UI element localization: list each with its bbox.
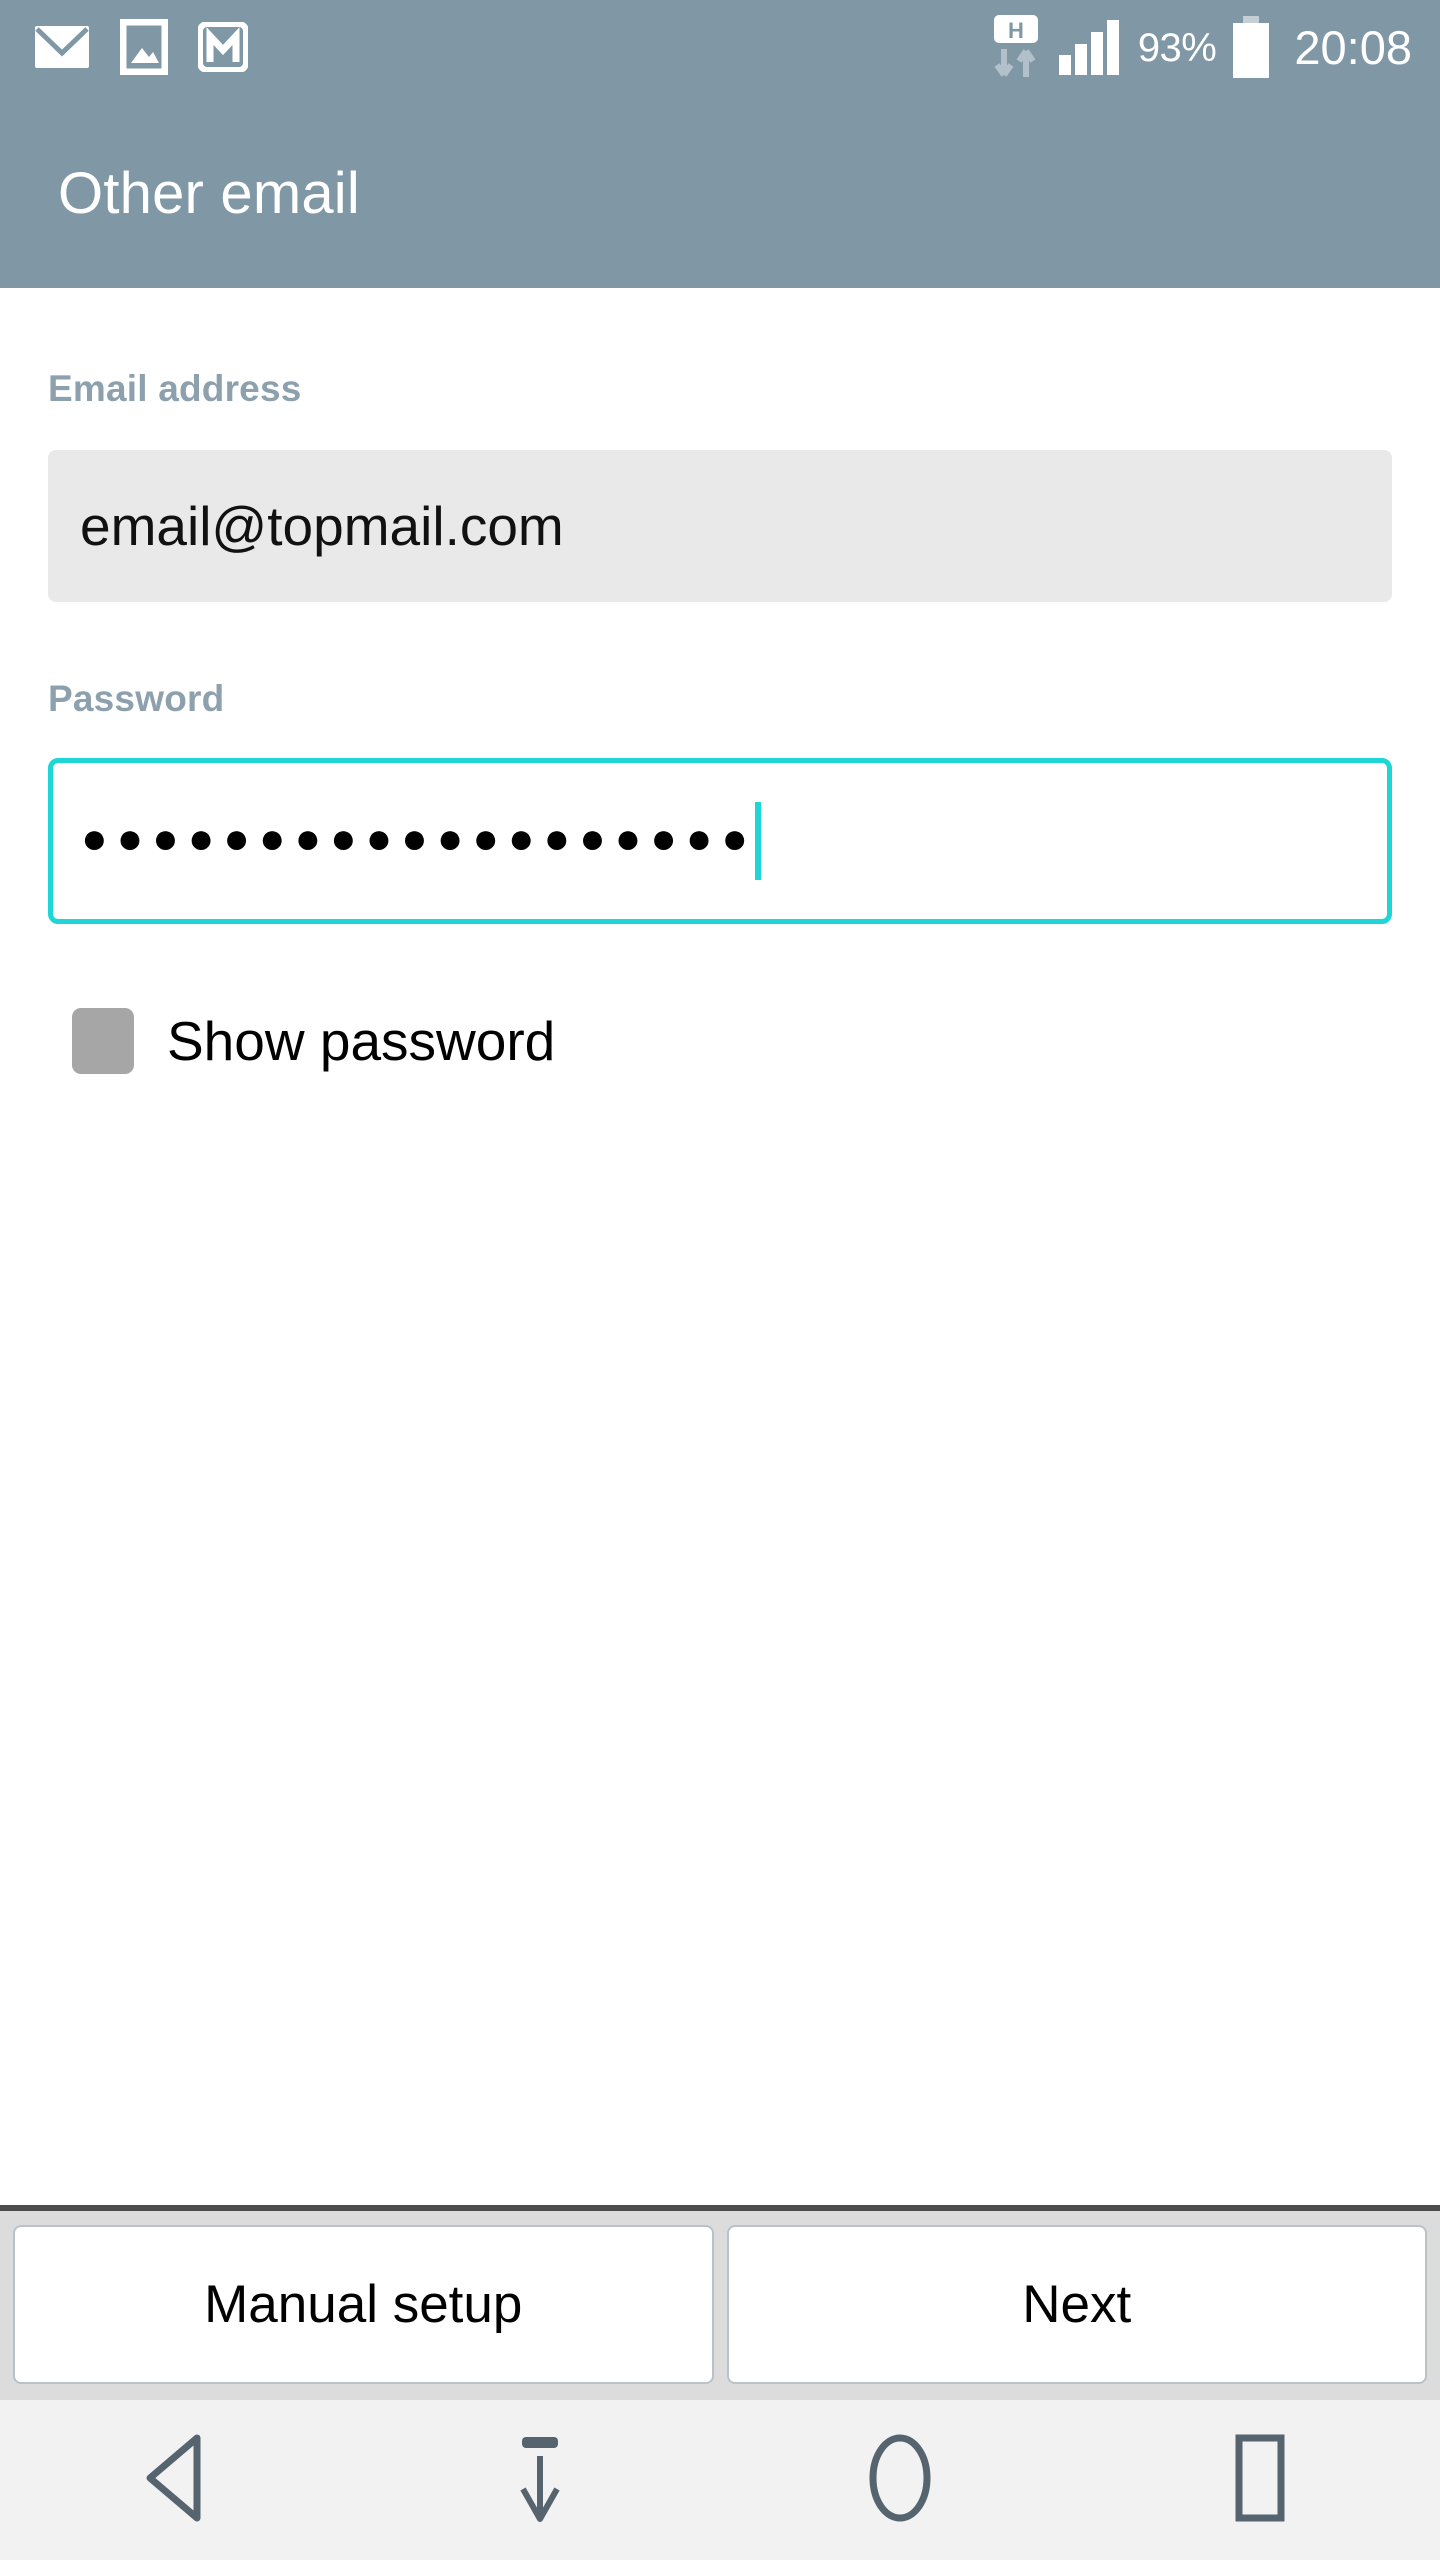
manual-setup-button[interactable]: Manual setup bbox=[13, 2225, 714, 2384]
home-button[interactable] bbox=[720, 2400, 1080, 2560]
back-button[interactable] bbox=[0, 2400, 360, 2560]
password-masked-value: ●●●●●●●●●●●●●●●●●●● bbox=[81, 814, 757, 863]
status-bar-notification-icons bbox=[34, 18, 249, 80]
battery-percentage: 93% bbox=[1137, 26, 1217, 70]
next-button[interactable]: Next bbox=[726, 2225, 1427, 2384]
page-title: Other email bbox=[58, 160, 360, 226]
setup-form: Email address email@topmail.com Password… bbox=[0, 288, 1440, 2205]
show-password-row[interactable]: Show password bbox=[48, 1008, 1392, 1074]
phone-screen: H 93% 20:08 Other email Email address em… bbox=[0, 0, 1440, 2560]
gmail-icon bbox=[197, 20, 249, 77]
home-icon bbox=[855, 2432, 945, 2529]
signal-bars-icon bbox=[1058, 19, 1124, 80]
hide-keyboard-icon bbox=[500, 2432, 580, 2529]
recents-button[interactable] bbox=[1080, 2400, 1440, 2560]
email-address-input[interactable]: email@topmail.com bbox=[48, 450, 1392, 602]
password-label: Password bbox=[48, 678, 225, 719]
app-title-bar: Other email bbox=[0, 98, 1440, 288]
system-navigation-bar bbox=[0, 2400, 1440, 2560]
photo-icon bbox=[119, 18, 169, 80]
back-icon bbox=[140, 2432, 220, 2529]
email-address-label: Email address bbox=[48, 368, 302, 409]
hide-keyboard-button[interactable] bbox=[360, 2400, 720, 2560]
envelope-icon bbox=[34, 25, 90, 74]
bottom-button-bar: Manual setup Next bbox=[0, 2205, 1440, 2400]
recents-icon bbox=[1220, 2432, 1300, 2529]
show-password-checkbox[interactable] bbox=[72, 1008, 134, 1074]
show-password-label: Show password bbox=[167, 1010, 556, 1072]
status-bar-system-icons: H 93% 20:08 bbox=[988, 13, 1412, 86]
password-input[interactable]: ●●●●●●●●●●●●●●●●●●● bbox=[48, 758, 1392, 924]
status-bar-clock: 20:08 bbox=[1294, 21, 1412, 74]
hsdpa-data-transfer-icon: H bbox=[988, 13, 1044, 86]
battery-icon bbox=[1230, 15, 1272, 83]
email-address-value: email@topmail.com bbox=[80, 495, 564, 557]
svg-text:H: H bbox=[1008, 18, 1024, 43]
status-bar: H 93% 20:08 bbox=[0, 0, 1440, 98]
